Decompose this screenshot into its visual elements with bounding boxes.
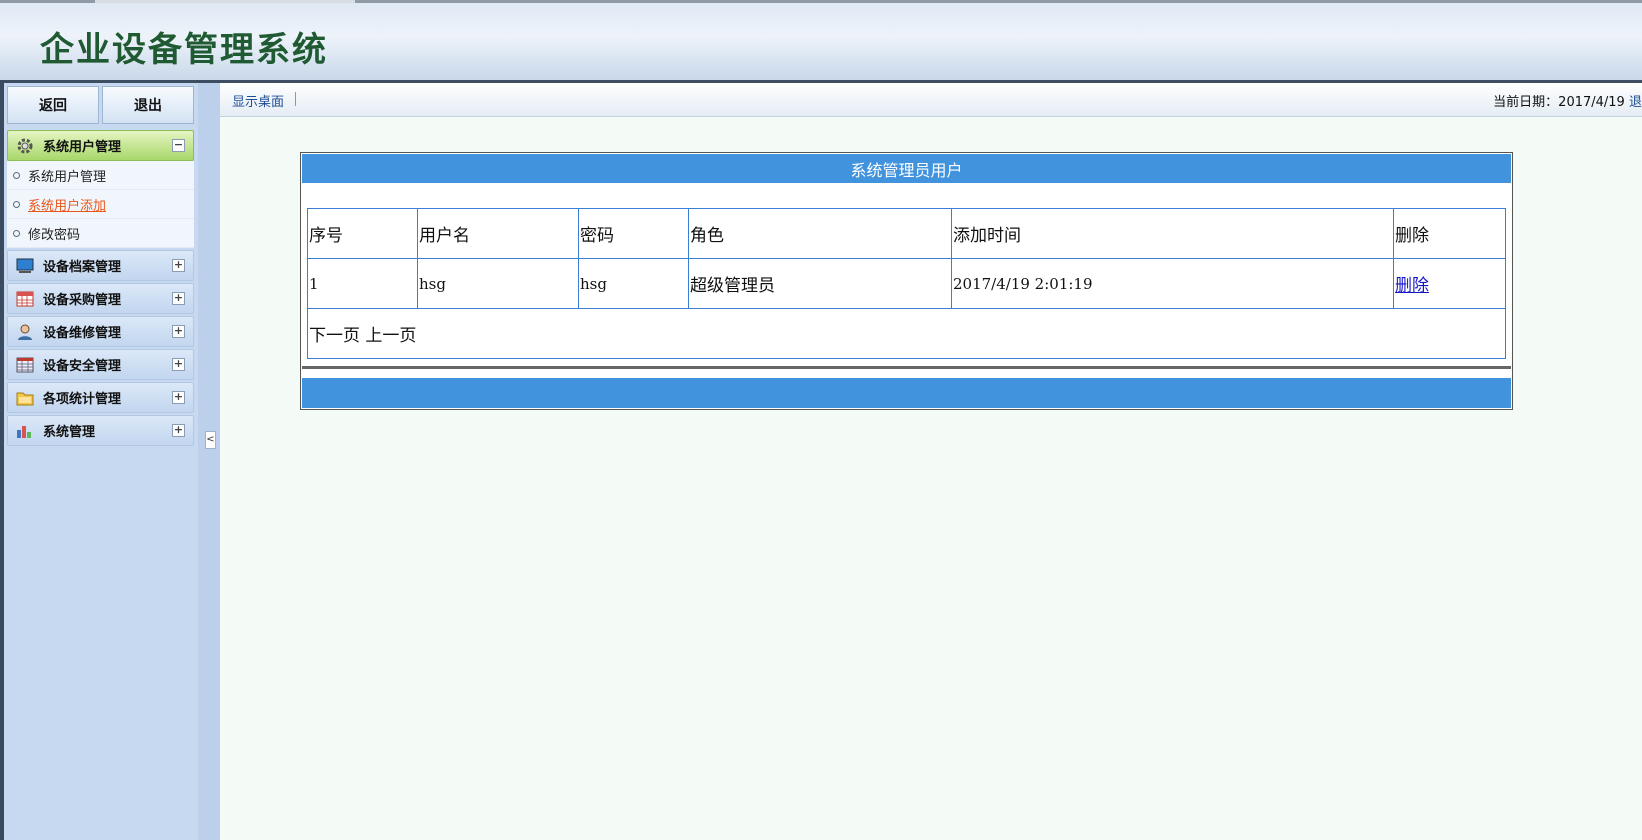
menu-group-statistics[interactable]: 各项统计管理 + bbox=[7, 382, 194, 413]
sidebar-collapse-button[interactable]: < bbox=[205, 431, 216, 449]
app-header: 企业设备管理系统 bbox=[0, 0, 1642, 83]
back-button[interactable]: 返回 bbox=[7, 86, 99, 124]
exit-button[interactable]: 退出 bbox=[102, 86, 194, 124]
next-page-link[interactable]: 下一页 bbox=[309, 326, 360, 346]
logout-link[interactable]: 退 bbox=[1629, 95, 1642, 110]
cell-password: hsg bbox=[578, 258, 689, 309]
bullet-icon bbox=[13, 171, 20, 179]
expand-toggle-icon[interactable]: + bbox=[172, 259, 185, 272]
column-header: 添加时间 bbox=[951, 208, 1394, 259]
sidebar: 返回 退出 系统用户管理 − 系统用户管理 系统用户添加 修改密码 设备档案管理… bbox=[4, 83, 214, 840]
column-header: 用户名 bbox=[417, 208, 579, 259]
sidebar-collapse-strip: < bbox=[198, 83, 220, 840]
panel-footer bbox=[302, 378, 1511, 408]
content-topbar: 显示桌面 当前日期：2017/4/19 退 bbox=[220, 83, 1642, 117]
date-label: 当前日期： bbox=[1493, 95, 1559, 110]
app-title: 企业设备管理系统 bbox=[40, 30, 328, 70]
sidebar-button-bar: 返回 退出 bbox=[7, 86, 194, 124]
expand-toggle-icon[interactable]: + bbox=[172, 424, 185, 437]
menu-group-label: 设备采购管理 bbox=[43, 293, 122, 308]
date-value: 2017/4/19 bbox=[1558, 95, 1625, 110]
submenu-item-user-list[interactable]: 系统用户管理 bbox=[7, 161, 194, 190]
menu-group-label: 设备维修管理 bbox=[43, 326, 122, 341]
menu-group-device-archive[interactable]: 设备档案管理 + bbox=[7, 250, 194, 281]
cell-username: hsg bbox=[417, 258, 579, 309]
prev-page-link[interactable]: 上一页 bbox=[365, 326, 416, 346]
table-header-row: 序号 用户名 密码 角色 添加时间 删除 bbox=[307, 208, 1506, 259]
user-list-panel: 系统管理员用户 序号 用户名 密码 角色 添加时间 删除 1 hsg hsg 超… bbox=[300, 152, 1513, 410]
submenu-item-label: 修改密码 bbox=[28, 227, 81, 243]
column-header: 序号 bbox=[307, 208, 418, 259]
column-header: 角色 bbox=[688, 208, 952, 259]
menu-group-user-management[interactable]: 系统用户管理 − bbox=[7, 130, 194, 161]
menu-group-device-purchase[interactable]: 设备采购管理 + bbox=[7, 283, 194, 314]
menu-group-device-repair[interactable]: 设备维修管理 + bbox=[7, 316, 194, 347]
menu-group-label: 各项统计管理 bbox=[43, 392, 122, 407]
bullet-icon bbox=[13, 229, 20, 237]
window-top-tab bbox=[95, 0, 355, 3]
cell-delete: 删除 bbox=[1393, 258, 1506, 309]
submenu-item-label: 系统用户管理 bbox=[28, 169, 107, 185]
menu-group-device-safety[interactable]: 设备安全管理 + bbox=[7, 349, 194, 380]
panel-title: 系统管理员用户 bbox=[302, 154, 1511, 183]
cell-role: 超级管理员 bbox=[688, 258, 952, 309]
expand-toggle-icon[interactable]: + bbox=[172, 358, 185, 371]
column-header: 删除 bbox=[1393, 208, 1506, 259]
menu-group-label: 设备安全管理 bbox=[43, 359, 122, 374]
submenu-item-change-password[interactable]: 修改密码 bbox=[7, 219, 194, 248]
show-desktop-link[interactable]: 显示桌面 bbox=[232, 91, 284, 110]
sidebar-menu: 系统用户管理 − 系统用户管理 系统用户添加 修改密码 设备档案管理 + 设备采… bbox=[7, 130, 194, 448]
submenu-item-user-add[interactable]: 系统用户添加 bbox=[7, 190, 194, 219]
menu-group-system[interactable]: 系统管理 + bbox=[7, 415, 194, 446]
column-header: 密码 bbox=[578, 208, 689, 259]
pager-row: 下一页 上一页 bbox=[307, 308, 1506, 359]
collapse-toggle-icon[interactable]: − bbox=[172, 139, 185, 152]
submenu-user-management: 系统用户管理 系统用户添加 修改密码 bbox=[7, 161, 194, 248]
cell-added-time: 2017/4/19 2:01:19 bbox=[951, 258, 1394, 309]
pager: 下一页 上一页 bbox=[307, 308, 1506, 359]
menu-group-label: 系统用户管理 bbox=[43, 140, 122, 155]
user-table: 序号 用户名 密码 角色 添加时间 删除 1 hsg hsg 超级管理员 201… bbox=[307, 208, 1506, 359]
menu-group-label: 系统管理 bbox=[43, 425, 96, 440]
monitor-icon bbox=[15, 257, 35, 275]
spreadsheet-icon bbox=[15, 356, 35, 374]
table-row: 1 hsg hsg 超级管理员 2017/4/19 2:01:19 删除 bbox=[307, 258, 1506, 309]
panel-divider bbox=[302, 366, 1511, 369]
calendar-icon bbox=[15, 290, 35, 308]
cell-id: 1 bbox=[307, 258, 418, 309]
gear-icon bbox=[15, 137, 35, 155]
delete-link[interactable]: 删除 bbox=[1395, 276, 1429, 296]
expand-toggle-icon[interactable]: + bbox=[172, 292, 185, 305]
topbar-separator bbox=[295, 92, 296, 106]
menu-group-label: 设备档案管理 bbox=[43, 260, 122, 275]
submenu-item-label: 系统用户添加 bbox=[28, 198, 107, 214]
folder-icon bbox=[15, 389, 35, 407]
bullet-icon bbox=[13, 200, 20, 208]
current-date: 当前日期：2017/4/19 退 bbox=[1493, 91, 1642, 110]
expand-toggle-icon[interactable]: + bbox=[172, 325, 185, 338]
person-icon bbox=[15, 323, 35, 341]
expand-toggle-icon[interactable]: + bbox=[172, 391, 185, 404]
bar-chart-icon bbox=[15, 422, 35, 440]
